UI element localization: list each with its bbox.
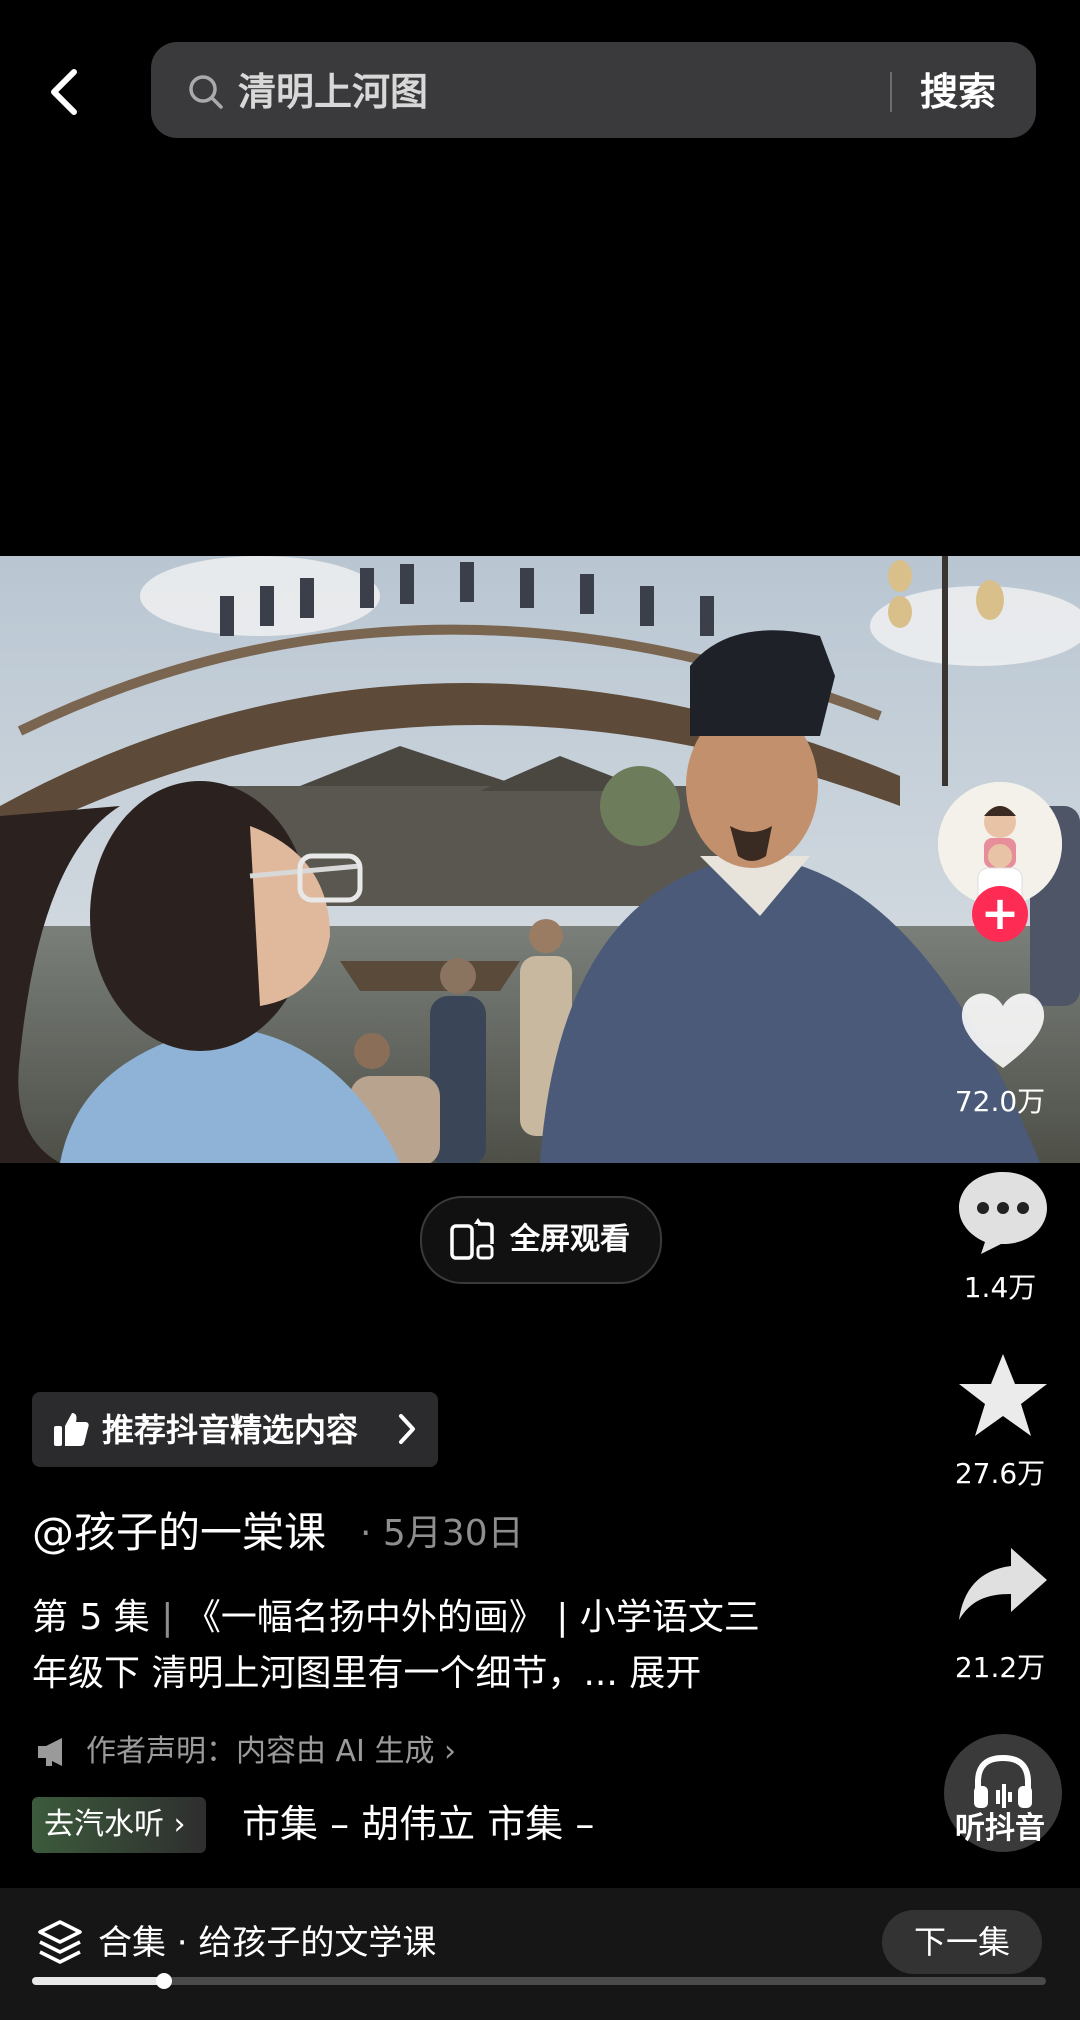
follow-button[interactable]: + xyxy=(972,886,1028,942)
thumbs-up-icon xyxy=(54,1413,89,1446)
description-line-1: 第 5 集 | 《一幅名扬中外的画》 | 小学语文三 xyxy=(32,1590,852,1646)
description-line-2: 年级下 清明上河图里有一个细节，... 展开 xyxy=(32,1653,702,1694)
layers-icon xyxy=(38,1920,82,1964)
collection-label: 合集 · 给孩子的文学课 xyxy=(98,1923,437,1963)
headphones-icon xyxy=(974,1754,1032,1808)
back-icon xyxy=(51,69,77,115)
comment-icon[interactable] xyxy=(955,1166,1051,1256)
listen-label: 听抖音 xyxy=(955,1811,1045,1846)
video-frame[interactable] xyxy=(0,556,1080,1163)
ai-generated-note[interactable]: 作者声明：内容由 AI 生成 › xyxy=(86,1730,456,1774)
favorite-count: 27.6万 xyxy=(954,1457,1046,1490)
music-app-tag-label: 去汽水听 › xyxy=(44,1807,186,1842)
episode-label: 第 5 集 xyxy=(32,1597,150,1638)
video-description[interactable]: 第 5 集 | 《一幅名扬中外的画》 | 小学语文三 年级下 清明上河图里有一个… xyxy=(32,1590,852,1702)
heart-icon[interactable] xyxy=(955,984,1051,1074)
star-icon[interactable] xyxy=(955,1350,1051,1440)
video-scene xyxy=(0,556,1080,1163)
post-date: · 5月30日 xyxy=(360,1513,524,1554)
like-count: 72.0万 xyxy=(954,1085,1046,1118)
search-button[interactable]: 搜索 xyxy=(920,64,996,120)
share-count: 21.2万 xyxy=(954,1651,1046,1684)
progress-track[interactable] xyxy=(32,1977,1046,1985)
episode-separator: | xyxy=(161,1597,174,1638)
search-icon xyxy=(189,75,223,109)
fullscreen-label: 全屏观看 xyxy=(510,1222,630,1257)
megaphone-icon xyxy=(38,1738,62,1766)
share-icon[interactable] xyxy=(955,1540,1051,1630)
music-track[interactable]: 市集 – 胡伟立 市集 – xyxy=(242,1794,594,1854)
progress-fill xyxy=(32,1977,164,1985)
search-divider xyxy=(890,72,892,112)
recommend-label: 推荐抖音精选内容 xyxy=(102,1411,359,1449)
chevron-right-icon xyxy=(399,1414,415,1444)
comment-count: 1.4万 xyxy=(963,1271,1037,1304)
fullscreen-icon xyxy=(450,1218,494,1260)
next-episode-button[interactable]: 下一集 xyxy=(882,1910,1042,1974)
search-input[interactable]: 清明上河图 xyxy=(238,64,428,120)
author-name[interactable]: @孩子的一棠课 xyxy=(32,1502,326,1564)
back-button[interactable] xyxy=(40,62,90,122)
description-title: 《一幅名扬中外的画》 | 小学语文三 xyxy=(184,1597,760,1638)
progress-knob[interactable] xyxy=(156,1973,172,1989)
